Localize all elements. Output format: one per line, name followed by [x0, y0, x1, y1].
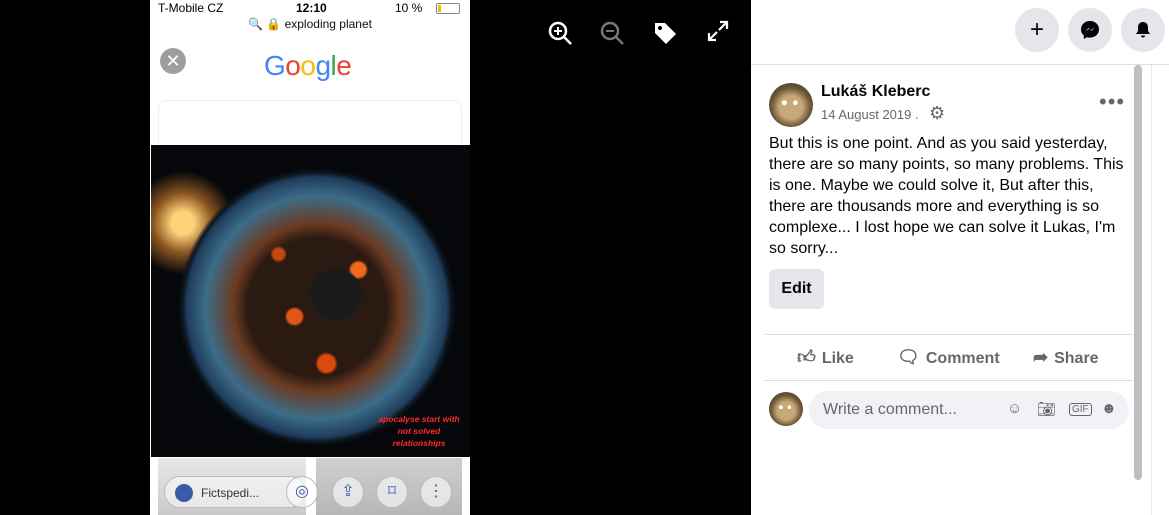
privacy-gear-icon[interactable]: ⚙ [929, 103, 945, 124]
google-header: ✕ Google [150, 38, 470, 98]
facebook-side-panel: + Lukáš Kleberc 14 August 2019 . ⚙ ••• B… [751, 0, 1169, 515]
like-button[interactable]: 👍︎ Like [797, 335, 854, 379]
camera-icon[interactable]: 📷︎ [1037, 400, 1056, 418]
comment-placeholder: Write a comment... [823, 401, 957, 418]
more-options-icon[interactable]: ••• [1099, 89, 1125, 115]
exploding-planet-image: apocalyse start with not solved relation… [151, 145, 470, 457]
zoom-in-icon[interactable] [545, 20, 575, 50]
create-plus-icon[interactable]: + [1015, 8, 1059, 52]
url-text: exploding planet [284, 17, 372, 31]
share-icon: ⇪ [332, 476, 364, 508]
emoji-icon[interactable]: ☺ [1007, 400, 1022, 417]
zoom-out-icon[interactable] [597, 20, 627, 50]
share-button[interactable]: ➦ Share [1033, 335, 1099, 379]
share-arrow-icon: ➦ [1033, 347, 1049, 367]
globe-icon [175, 484, 193, 502]
url-bar: 🔍 🔒 exploding planet [248, 17, 372, 31]
post-body: But this is one point. And as you said y… [769, 135, 1124, 257]
carrier-label: T-Mobile CZ [158, 1, 224, 15]
comment-button[interactable]: 🗨︎ Comment [897, 335, 1000, 379]
edit-button[interactable]: Edit [769, 269, 824, 309]
avatar[interactable] [769, 83, 813, 127]
source-pill: Fictspedi... [164, 476, 306, 508]
battery-label: 10 % [395, 1, 423, 15]
divider [765, 380, 1133, 381]
phone-status-bar: T-Mobile CZ 12:10 10 % [150, 0, 470, 18]
comment-icon: 🗨︎ [897, 347, 920, 367]
scrollbar[interactable] [1134, 65, 1142, 480]
lens-bottom-bar: Fictspedi... ◎ ⇪ ⌑ ⋮ [150, 474, 470, 510]
photo-viewer: T-Mobile CZ 12:10 10 % 🔍 🔒 exploding pla… [0, 0, 751, 515]
sticker-icon[interactable]: ☻ [1101, 400, 1117, 417]
tag-icon[interactable] [650, 20, 680, 50]
google-logo: Google [264, 50, 352, 81]
messenger-icon[interactable] [1068, 8, 1112, 52]
like-label: Like [821, 350, 854, 367]
post-author[interactable]: Lukáš Kleberc [821, 83, 930, 101]
image-caption: apocalyse start with not solved relation… [378, 414, 460, 448]
thumbs-up-icon: 👍︎ [797, 347, 816, 367]
avatar[interactable] [769, 392, 803, 426]
more-vertical-icon: ⋮ [420, 476, 452, 508]
lens-icon: ◎ [286, 476, 318, 508]
gif-icon[interactable]: GIF [1069, 403, 1092, 416]
close-icon: ✕ [160, 48, 186, 74]
post-date[interactable]: 14 August 2019 . [821, 107, 919, 122]
comment-input[interactable]: Write a comment... ☺ 📷︎ GIF ☻ [809, 391, 1129, 429]
source-label: Fictspedi... [201, 486, 260, 500]
time-label: 12:10 [296, 1, 327, 15]
share-label: Share [1054, 350, 1099, 367]
battery-icon [436, 3, 460, 14]
top-nav: + [751, 0, 1169, 65]
bookmark-icon: ⌑ [376, 476, 408, 508]
comment-label: Comment [925, 350, 1000, 367]
screenshot-image: T-Mobile CZ 12:10 10 % 🔍 🔒 exploding pla… [150, 0, 470, 515]
notifications-bell-icon[interactable] [1121, 8, 1165, 52]
result-card [158, 100, 462, 150]
page-edge [1151, 65, 1169, 515]
fullscreen-icon[interactable] [703, 20, 733, 50]
post: Lukáš Kleberc 14 August 2019 . ⚙ ••• But… [751, 65, 1169, 515]
